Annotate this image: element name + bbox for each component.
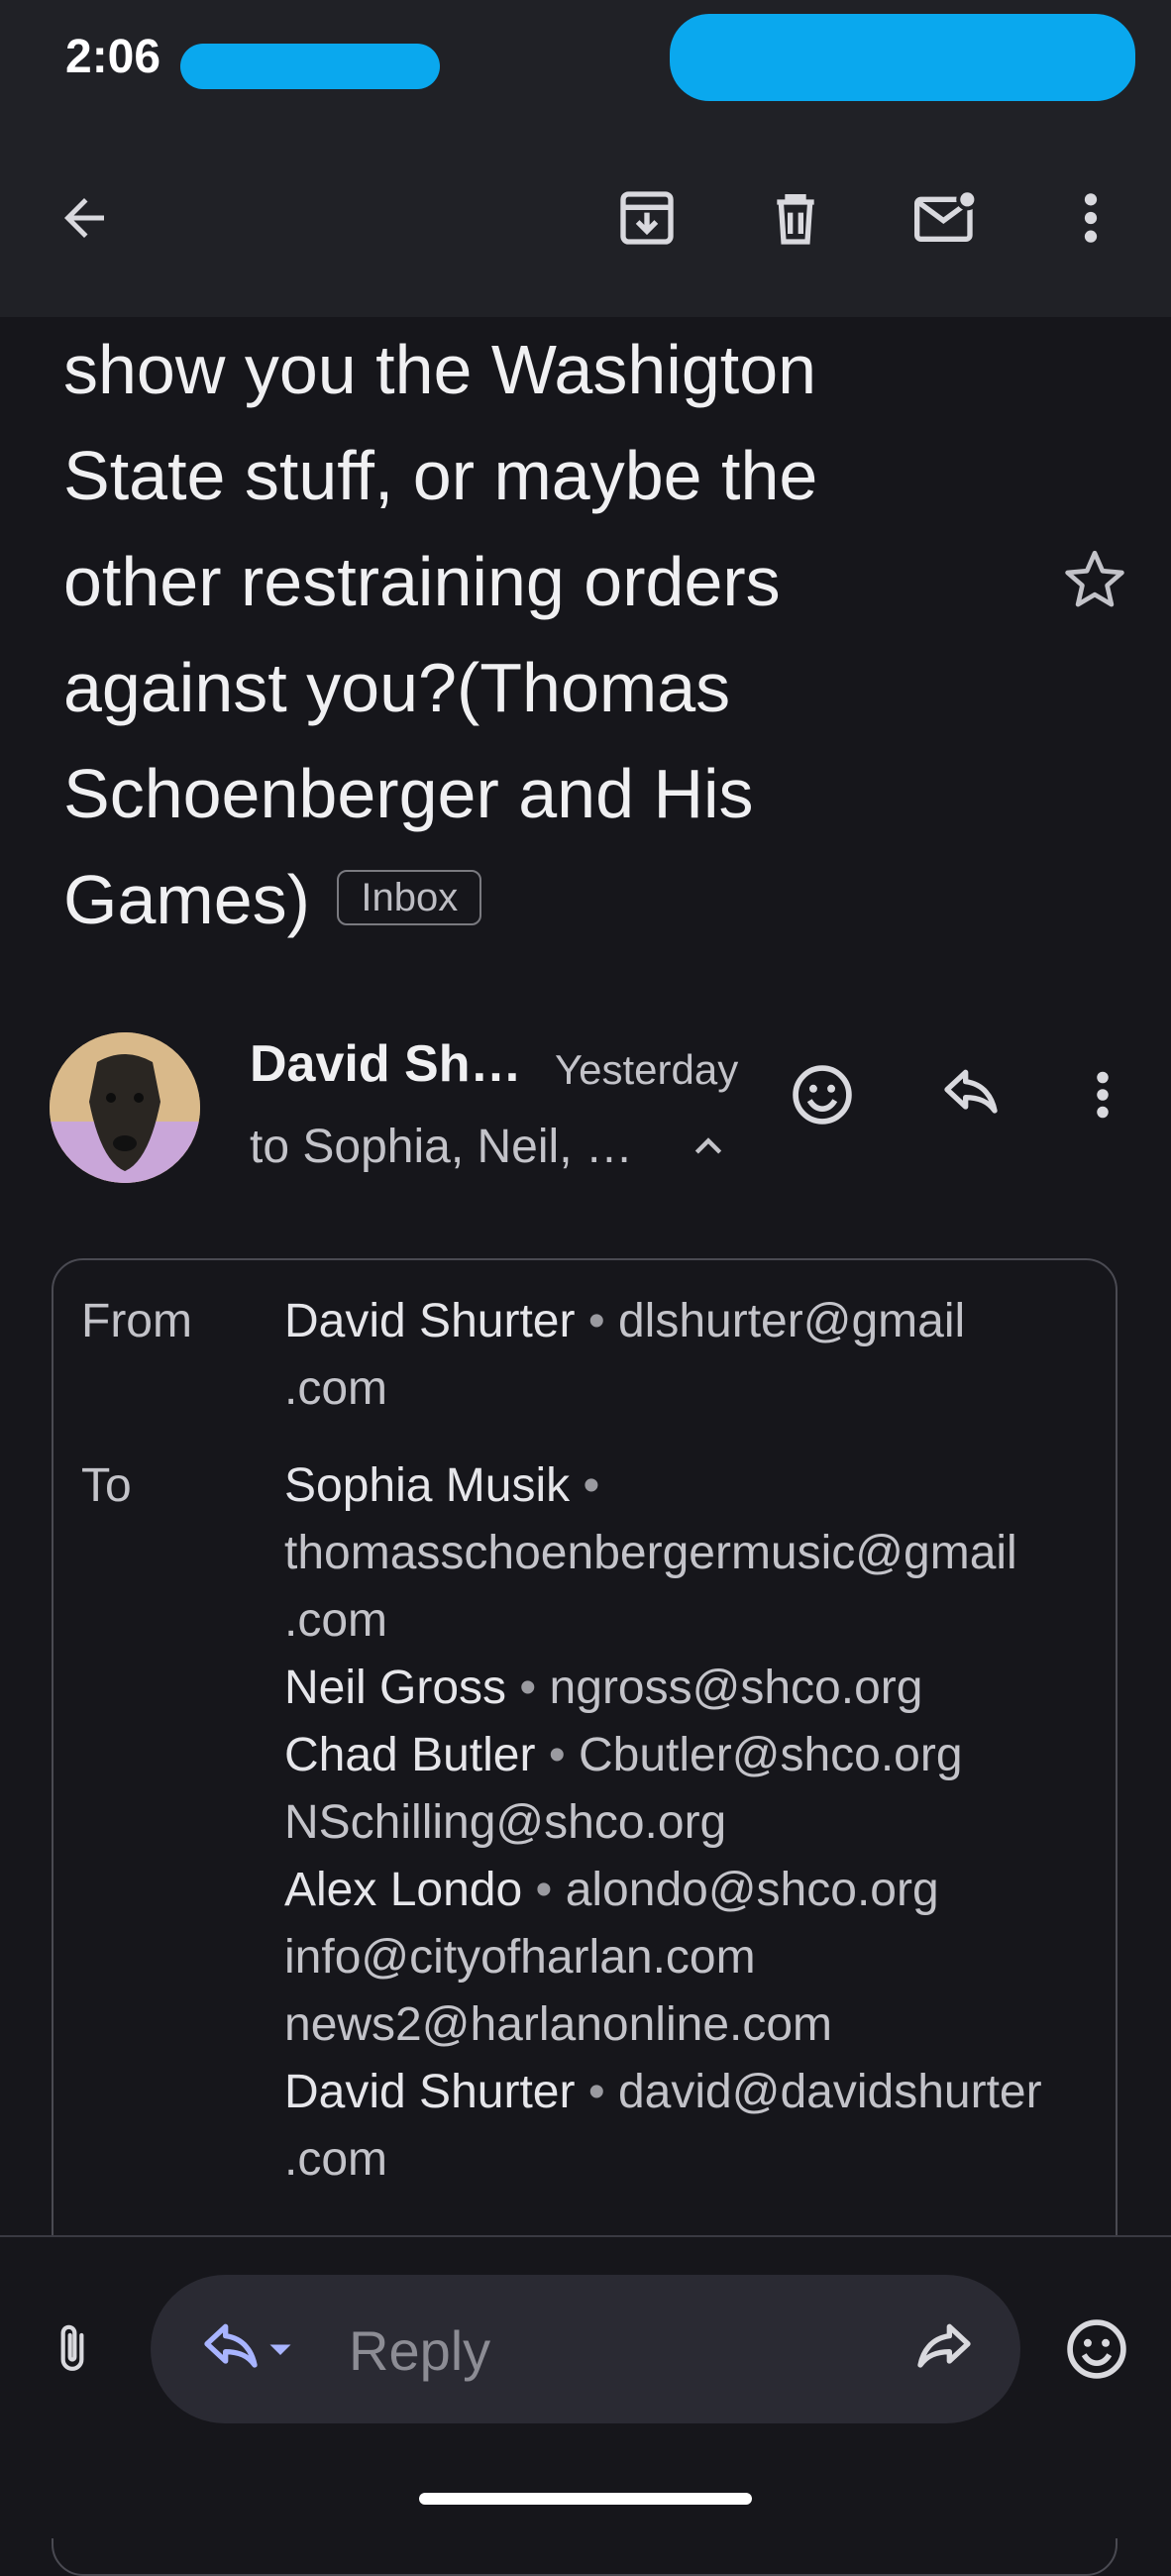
more-options-button[interactable] — [1046, 159, 1135, 277]
star-icon — [1065, 550, 1124, 607]
subject-line: against you?(Thomas — [63, 649, 731, 726]
email-subject: show you the Washigton State stuff, or m… — [63, 317, 1014, 953]
emoji-icon — [1067, 2319, 1126, 2379]
recipient-email[interactable]: david@davidshurter — [618, 2066, 1042, 2118]
inbox-label-chip[interactable]: Inbox — [337, 869, 482, 925]
recipient-email[interactable]: info@cityofharlan.com — [284, 1924, 1136, 1991]
emoji-button[interactable] — [1052, 2305, 1141, 2394]
sender-avatar[interactable] — [50, 1032, 200, 1183]
from-email[interactable]: dlshurter@gmail — [618, 1295, 965, 1347]
reply-mode-button[interactable] — [184, 2305, 313, 2394]
subject-line: Games) Inbox — [63, 847, 1014, 953]
attach-button[interactable] — [28, 2305, 117, 2394]
recipient-email-cont[interactable]: .com — [284, 2126, 1136, 2194]
sender-name[interactable]: David Sh… — [250, 1034, 522, 1094]
status-bar: 2:06 — [0, 0, 1171, 119]
subject-line: State stuff, or maybe the — [63, 437, 818, 514]
recipient-email[interactable]: news2@harlanonline.com — [284, 1991, 1136, 2059]
from-label: From — [81, 1295, 192, 1347]
reply-icon — [944, 1069, 998, 1114]
from-email-cont[interactable]: .com — [284, 1355, 1136, 1423]
archive-button[interactable] — [602, 159, 692, 277]
mark-unread-icon — [914, 188, 979, 242]
dropdown-arrow-icon — [269, 2344, 291, 2355]
top-toolbar — [0, 119, 1171, 317]
redaction-mark — [180, 44, 440, 89]
recipient-name[interactable]: Sophia Musik — [284, 1459, 570, 1512]
recipient-name[interactable]: Neil Gross — [284, 1662, 506, 1714]
arrow-left-icon — [64, 198, 104, 238]
recipients-summary[interactable]: to Sophia, Neil, … — [250, 1120, 633, 1174]
recipient-email-cont[interactable]: .com — [284, 1587, 1136, 1655]
chevron-up-icon — [694, 1137, 722, 1154]
subject-line: other restraining orders — [63, 543, 781, 620]
to-label: To — [81, 1459, 132, 1512]
recipient-name[interactable]: David Shurter — [284, 2066, 575, 2118]
recipient-name[interactable]: Chad Butler — [284, 1729, 535, 1781]
forward-button[interactable] — [900, 2305, 989, 2394]
back-button[interactable] — [40, 159, 129, 277]
email-date: Yesterday — [555, 1046, 739, 1093]
paperclip-icon — [60, 2324, 84, 2371]
collapse-details-button[interactable] — [689, 1127, 728, 1167]
star-button[interactable] — [1060, 545, 1129, 614]
from-value: David Shurter • dlshurter@gmail .com — [284, 1288, 1136, 1423]
react-button[interactable] — [778, 1050, 867, 1139]
delete-button[interactable] — [751, 159, 840, 277]
subject-line: Schoenberger and His — [63, 755, 754, 832]
subject-line-text: Games) — [63, 861, 310, 938]
recipient-email[interactable]: thomasschoenbergermusic@gmail — [284, 1520, 1136, 1587]
home-indicator[interactable] — [419, 2493, 752, 2505]
recipient-email[interactable]: ngross@shco.org — [550, 1662, 923, 1714]
redaction-mark — [670, 14, 1135, 101]
message-more-button[interactable] — [1058, 1050, 1147, 1139]
recipient-email[interactable]: alondo@shco.org — [566, 1864, 939, 1916]
forward-icon — [917, 2323, 971, 2368]
emoji-icon — [793, 1065, 852, 1125]
recipient-email[interactable]: NSchilling@shco.org — [284, 1789, 1136, 1857]
more-vert-icon — [1097, 1071, 1109, 1119]
reply-icon — [204, 2323, 258, 2368]
mark-unread-button[interactable] — [902, 159, 991, 277]
to-values: Sophia Musik • thomasschoenbergermusic@g… — [284, 1452, 1136, 2194]
dog-avatar-image — [50, 1032, 200, 1183]
reply-placeholder[interactable]: Reply — [349, 2318, 490, 2383]
more-vert-icon — [1084, 193, 1098, 243]
from-name[interactable]: David Shurter — [284, 1295, 575, 1347]
recipient-name[interactable]: Alex Londo — [284, 1864, 522, 1916]
recipient-email[interactable]: Cbutler@shco.org — [579, 1729, 963, 1781]
archive-icon — [620, 191, 674, 245]
subject-line: show you the Washigton — [63, 331, 817, 408]
reply-button[interactable] — [926, 1050, 1015, 1139]
trash-icon — [777, 194, 814, 245]
status-time: 2:06 — [65, 31, 161, 83]
